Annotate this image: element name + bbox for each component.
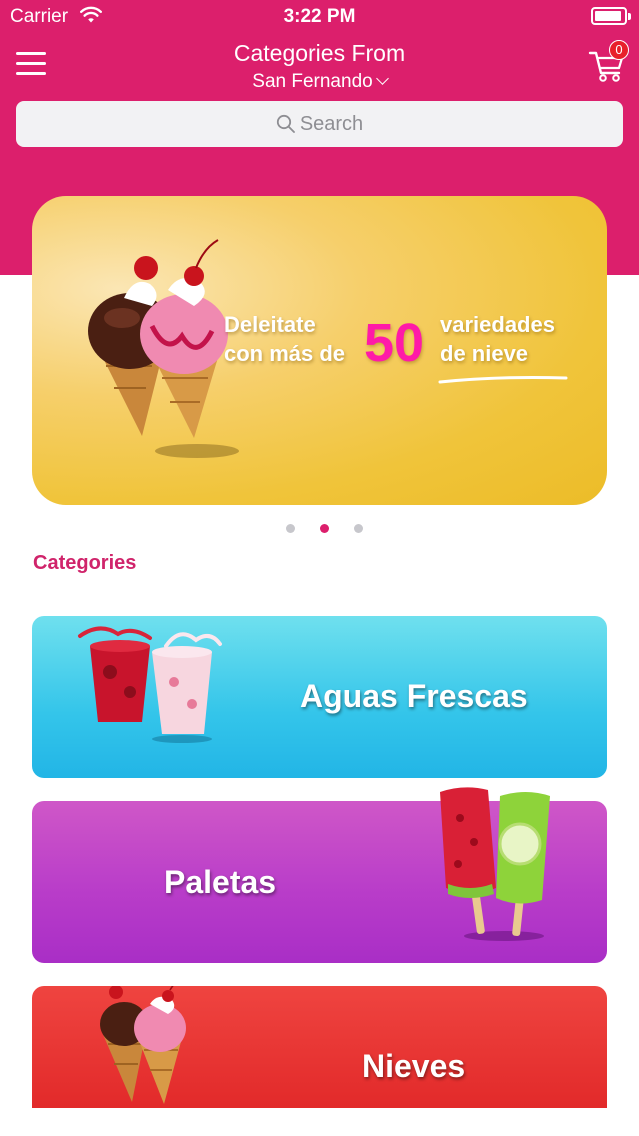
chevron-down-icon — [375, 72, 389, 85]
status-time: 3:22 PM — [283, 6, 356, 27]
banner-text-right: variedades de nieve — [440, 310, 555, 368]
category-card-aguas-frescas[interactable]: Aguas Frescas — [32, 616, 607, 778]
paletas-image — [440, 787, 550, 941]
search-input[interactable]: Search — [16, 101, 623, 147]
aguas-frescas-image — [78, 626, 222, 743]
status-bar: Carrier 3:22 PM — [0, 0, 639, 34]
banner-text-left: Deleitate con más de — [224, 310, 345, 368]
carousel-dot-2[interactable] — [320, 524, 329, 533]
cart-count-badge: 0 — [609, 40, 629, 60]
carousel-dot-1[interactable] — [286, 524, 295, 533]
banner-line1-right: variedades — [440, 312, 555, 337]
promo-banner[interactable]: Deleitate con más de variedades de nieve — [32, 196, 607, 505]
carousel-dot-3[interactable] — [354, 524, 363, 533]
banner-line1-left: Deleitate — [224, 312, 316, 337]
category-label-aguas-frescas: Aguas Frescas — [300, 678, 528, 714]
section-title: Categories — [33, 552, 137, 574]
app-screen: Carrier 3:22 PM Categories From San Fern… — [0, 0, 639, 1136]
search-placeholder: Search — [299, 112, 364, 135]
banner-underline — [438, 376, 568, 384]
battery-icon — [591, 7, 631, 25]
category-label-paletas: Paletas — [164, 864, 277, 900]
category-card-nieves[interactable]: Nieves — [32, 986, 607, 1108]
banner-line2-right: de nieve — [440, 341, 529, 366]
page-title: Categories From — [233, 40, 406, 66]
location-label: San Fernando — [252, 71, 373, 92]
search-icon — [276, 114, 295, 133]
category-label-nieves: Nieves — [362, 1048, 466, 1084]
banner-line2-left: con más de — [224, 341, 346, 366]
location-selector[interactable]: San Fernando — [0, 71, 639, 93]
banner-number: 50 — [364, 313, 425, 373]
nieves-image — [100, 986, 186, 1104]
